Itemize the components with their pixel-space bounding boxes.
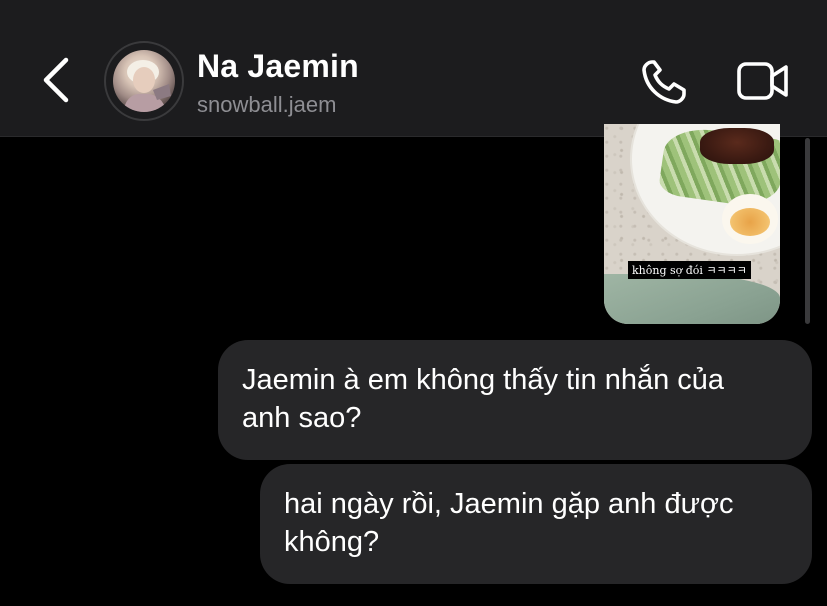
egg-yolk <box>730 208 770 236</box>
video-call-button[interactable] <box>736 58 790 106</box>
message-bubble[interactable]: hai ngày rồi, Jaemin gặp anh được không? <box>260 464 812 584</box>
shared-photo[interactable]: không sợ đói ㅋㅋㅋㅋ <box>604 124 780 324</box>
contact-username[interactable]: snowball.jaem <box>197 92 336 118</box>
back-button[interactable] <box>36 52 76 108</box>
call-button[interactable] <box>640 58 690 106</box>
scrollbar[interactable] <box>805 138 810 324</box>
message-text-line: Jaemin à em không thấy tin nhắn của <box>242 364 725 396</box>
napkin <box>604 274 780 324</box>
message-text-line: anh sao? <box>242 402 362 434</box>
message-bubble[interactable]: Jaemin à em không thấy tin nhắn của anh … <box>218 340 812 460</box>
photo-caption: không sợ đói ㅋㅋㅋㅋ <box>628 261 751 279</box>
phone-icon <box>642 60 686 104</box>
avatar[interactable] <box>113 50 175 112</box>
contact-name[interactable]: Na Jaemin <box>197 48 359 85</box>
avatar-image <box>123 60 171 112</box>
chat-header: Na Jaemin snowball.jaem <box>0 0 827 137</box>
message-text-line: không? <box>284 526 380 558</box>
glazed-meat <box>700 128 774 164</box>
chevron-left-icon <box>43 57 69 103</box>
video-camera-icon <box>737 62 788 100</box>
message-text-line: hai ngày rồi, Jaemin gặp anh được <box>284 488 734 520</box>
